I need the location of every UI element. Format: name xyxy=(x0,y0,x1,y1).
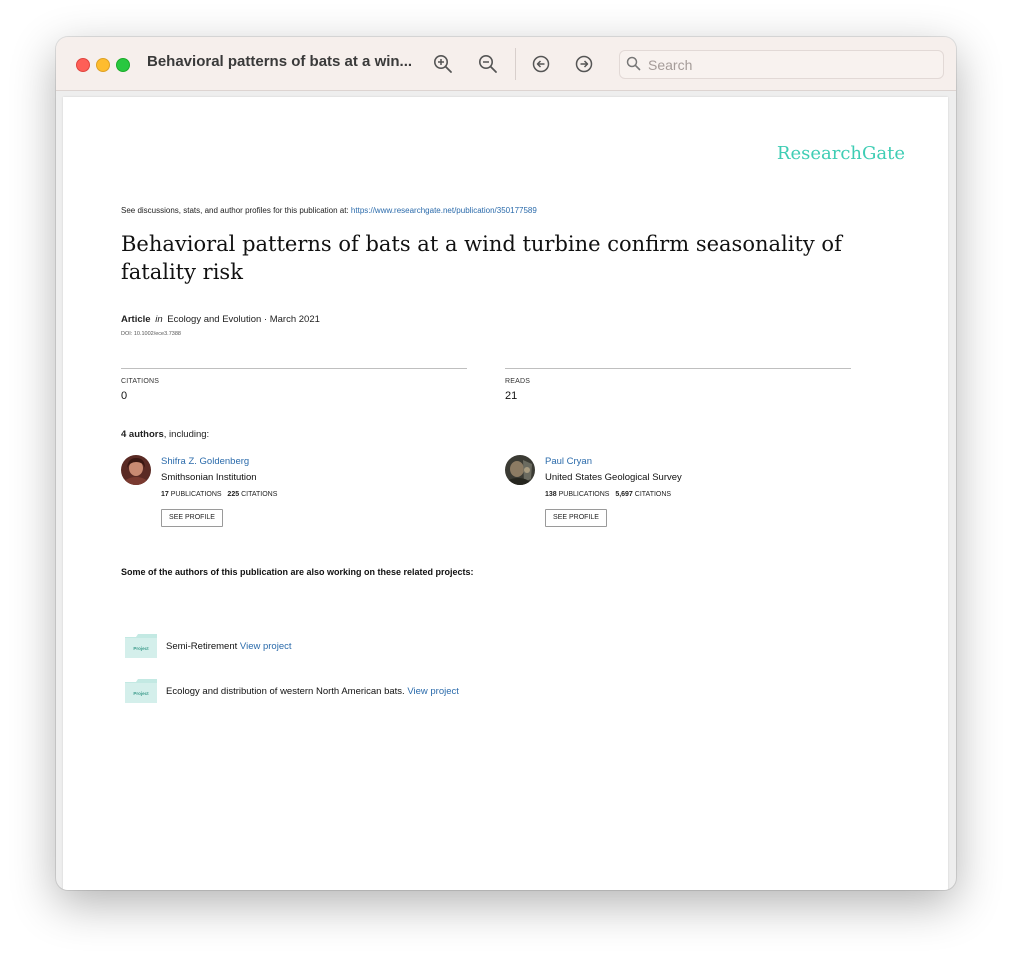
search-field[interactable] xyxy=(619,50,944,79)
zoom-out-button[interactable] xyxy=(477,53,499,75)
project-icon-label: Project xyxy=(133,691,149,696)
pdf-viewer-window: Behavioral patterns of bats at a win... xyxy=(56,37,956,890)
publication-url-link[interactable]: https://www.researchgate.net/publication… xyxy=(351,206,537,215)
author-stats: 17 PUBLICATIONS 225 CITATIONS xyxy=(161,491,277,498)
toolbar-separator xyxy=(515,48,516,80)
author-publications-label: PUBLICATIONS xyxy=(170,491,222,498)
see-profile-button[interactable]: SEE PROFILE xyxy=(161,509,223,527)
citations-value: 0 xyxy=(121,390,128,402)
authors-count-bold: 4 authors xyxy=(121,429,164,440)
zoom-window-button[interactable] xyxy=(116,58,130,72)
project-text: Semi-Retirement View project xyxy=(166,641,292,652)
citations-divider xyxy=(121,368,467,369)
window-title: Behavioral patterns of bats at a win... xyxy=(147,53,413,70)
close-window-button[interactable] xyxy=(76,58,90,72)
researchgate-logo: ResearchGate xyxy=(776,143,905,164)
search-input[interactable] xyxy=(646,54,940,76)
project-name: Semi-Retirement xyxy=(166,641,238,652)
reads-value: 21 xyxy=(505,390,518,402)
citations-label: CITATIONS xyxy=(121,378,160,385)
project-folder-icon: Project xyxy=(124,678,158,704)
back-icon xyxy=(532,55,550,73)
see-profile-button[interactable]: SEE PROFILE xyxy=(545,509,607,527)
forward-button[interactable] xyxy=(573,53,595,75)
authors-count-rest: , including: xyxy=(163,429,210,440)
article-type: Article xyxy=(121,314,151,325)
zoom-in-icon xyxy=(434,55,452,73)
reads-label: READS xyxy=(505,378,531,385)
zoom-in-button[interactable] xyxy=(432,53,454,75)
author-publications-count: 138 xyxy=(545,491,557,498)
titlebar: Behavioral patterns of bats at a win... xyxy=(56,37,956,91)
project-folder-icon: Project xyxy=(124,633,158,659)
related-projects-heading: Some of the authors of this publication … xyxy=(121,567,474,577)
author-stats: 138 PUBLICATIONS 5,697 CITATIONS xyxy=(545,491,671,498)
project-text: Ecology and distribution of western Nort… xyxy=(166,686,459,697)
author-institution: United States Geological Survey xyxy=(545,472,682,483)
project-name: Ecology and distribution of western Nort… xyxy=(166,686,405,697)
author-citations-label: CITATIONS xyxy=(241,491,278,498)
forward-icon xyxy=(575,55,593,73)
view-project-link[interactable]: View project xyxy=(407,686,459,697)
author-institution: Smithsonian Institution xyxy=(161,472,257,483)
author-name-link[interactable]: Shifra Z. Goldenberg xyxy=(161,456,249,467)
reads-divider xyxy=(505,368,851,369)
article-info: Article in Ecology and Evolution · March… xyxy=(121,314,320,325)
see-discussions-line: See discussions, stats, and author profi… xyxy=(121,206,537,215)
author-photo xyxy=(121,455,151,485)
zoom-out-icon xyxy=(479,55,497,73)
back-button[interactable] xyxy=(530,53,552,75)
project-icon-label: Project xyxy=(133,646,149,651)
paper-title: Behavioral patterns of bats at a wind tu… xyxy=(121,232,842,284)
author-photo xyxy=(505,455,535,485)
author-publications-count: 17 xyxy=(161,491,169,498)
avatar[interactable] xyxy=(505,455,535,485)
pdf-page: ResearchGate See discussions, stats, and… xyxy=(63,97,948,890)
article-in: in xyxy=(155,314,163,325)
authors-count: 4 authors, including: xyxy=(121,429,209,440)
author-citations-count: 225 xyxy=(227,491,240,498)
search-icon xyxy=(626,56,641,71)
journal-and-date: Ecology and Evolution · March 2021 xyxy=(167,314,320,325)
doi: DOI: 10.1002/ece3.7388 xyxy=(121,331,181,337)
view-project-link[interactable]: View project xyxy=(240,641,292,652)
author-name-link[interactable]: Paul Cryan xyxy=(545,456,592,467)
see-discussions-text: See discussions, stats, and author profi… xyxy=(121,206,349,215)
minimize-window-button[interactable] xyxy=(96,58,110,72)
author-citations-count: 5,697 xyxy=(615,491,633,498)
avatar[interactable] xyxy=(121,455,151,485)
author-citations-label: CITATIONS xyxy=(634,491,672,498)
author-publications-label: PUBLICATIONS xyxy=(558,491,610,498)
